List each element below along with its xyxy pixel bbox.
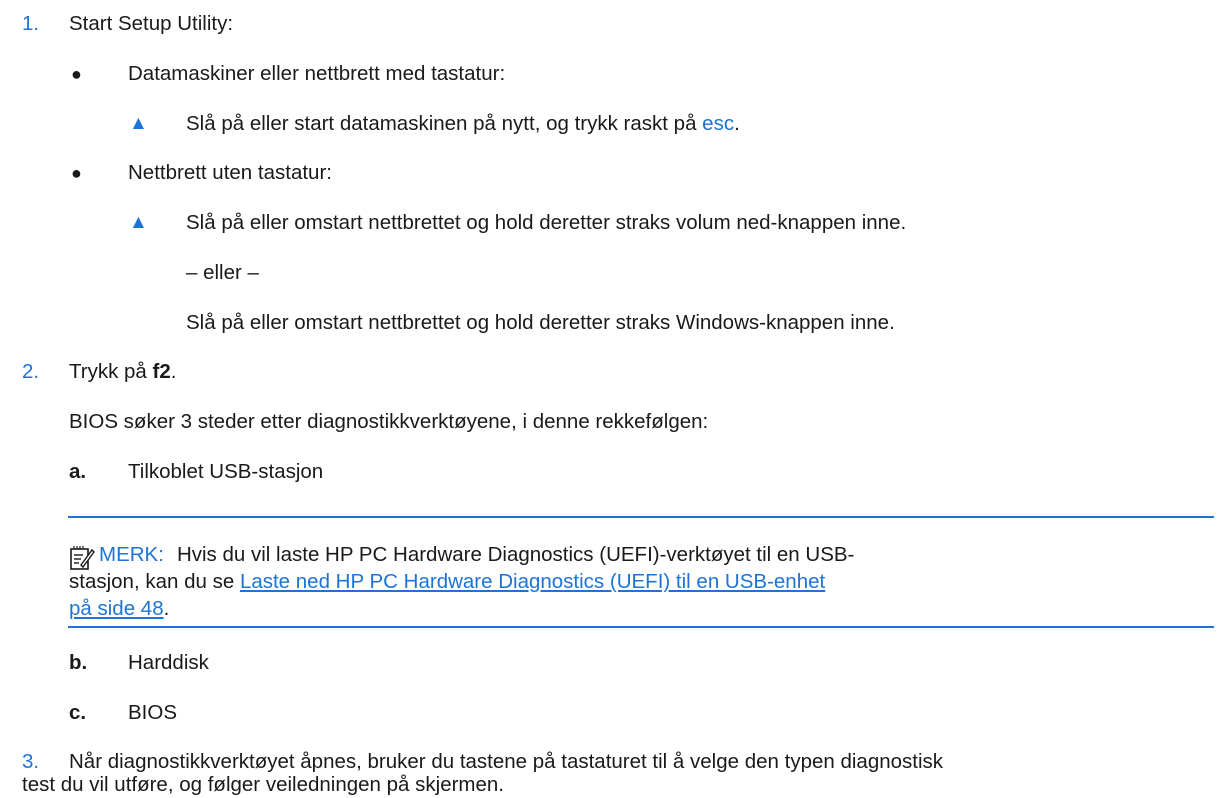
list-item: BIOS — [128, 701, 177, 724]
note-link[interactable]: Laste ned HP PC Hardware Diagnostics (UE… — [240, 570, 825, 593]
note-bottom-rule — [68, 626, 1214, 628]
step-text-main: Trykk på — [69, 360, 153, 383]
note-top-rule — [68, 516, 1214, 518]
document-page: 1. Start Setup Utility: ● Datamaskiner e… — [0, 0, 1220, 798]
step-text: Trykk på f2. — [69, 358, 176, 385]
note-text-2: stasjon, kan du se — [69, 570, 240, 593]
or-separator: – eller – — [186, 261, 259, 284]
alt-action-text: Slå på eller omstart nettbrettet og hold… — [186, 311, 895, 334]
esc-key-label: esc — [702, 112, 735, 135]
bullet-text: Datamaskiner eller nettbrett med tastatu… — [128, 62, 506, 85]
bullet-text: Nettbrett uten tastatur: — [128, 161, 332, 184]
action-text-main: Slå på eller start datamaskinen på nytt,… — [186, 112, 703, 135]
list-letter: a. — [69, 460, 87, 483]
step-number: 2. — [22, 360, 40, 383]
step-text: Start Setup Utility: — [69, 12, 234, 35]
step-text-end: . — [170, 360, 177, 383]
triangle-icon: ▲ — [129, 113, 148, 134]
action-text: Slå på eller omstart nettbrettet og hold… — [186, 211, 907, 234]
bullet-icon: ● — [71, 163, 82, 183]
list-letter: c. — [69, 701, 87, 724]
step-number: 1. — [22, 12, 40, 35]
note-label: MERK: — [99, 543, 164, 566]
note-link-page[interactable]: på side 48 — [69, 597, 164, 620]
bullet-icon: ● — [71, 64, 82, 84]
note-line-1: MERK: Hvis du vil laste HP PC Hardware Di… — [99, 541, 854, 568]
action-text: Slå på eller start datamaskinen på nytt,… — [186, 110, 740, 137]
triangle-icon: ▲ — [129, 212, 148, 233]
list-item: Tilkoblet USB-stasjon — [128, 460, 324, 483]
note-line-2: stasjon, kan du se Laste ned HP PC Hardw… — [69, 568, 825, 595]
note-line-3: på side 48. — [69, 595, 169, 622]
step-intro: BIOS søker 3 steder etter diagnostikkver… — [69, 410, 709, 433]
note-end: . — [163, 597, 170, 620]
list-letter: b. — [69, 651, 88, 674]
list-item: Harddisk — [128, 651, 209, 674]
step-text-line-2: test du vil utføre, og følger veiledning… — [22, 773, 504, 796]
f2-key-label: f2 — [152, 360, 171, 383]
action-text-end: . — [734, 112, 740, 135]
note-text-1: Hvis du vil laste HP PC Hardware Diagnos… — [176, 543, 855, 566]
